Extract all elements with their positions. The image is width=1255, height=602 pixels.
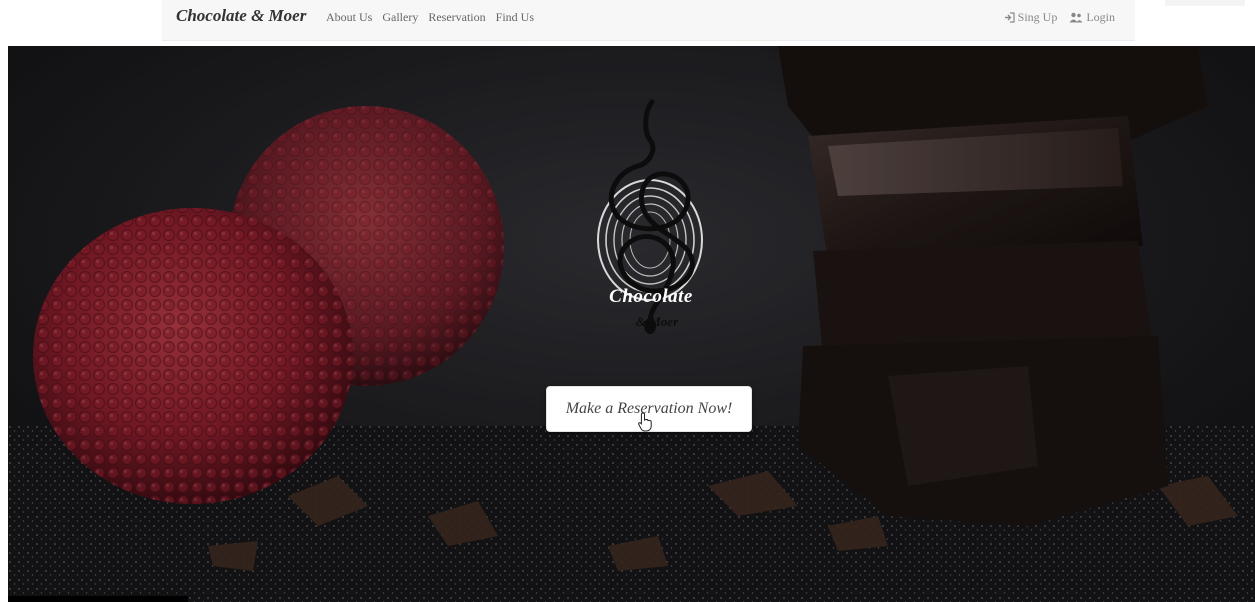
sign-in-icon [1004, 12, 1015, 23]
signup-label: Sing Up [1017, 10, 1058, 24]
hero-section: Chocolate & Moer Make a Reservation Now! [8, 46, 1255, 602]
brand-logo-emblem [597, 99, 703, 334]
users-icon [1069, 12, 1083, 23]
nav-link-reservation[interactable]: Reservation [428, 10, 485, 25]
bottom-edge-strip [8, 596, 188, 602]
hand-cursor-icon [638, 412, 652, 432]
brand-link[interactable]: Chocolate & Moer [176, 6, 306, 26]
nav-link-find-us[interactable]: Find Us [496, 10, 534, 25]
logo-wordmark-line1: Chocolate [609, 286, 693, 307]
navbar-inner: Chocolate & Moer About Us Gallery Reserv… [162, 0, 1135, 41]
login-label: Login [1086, 10, 1115, 24]
page: Chocolate & Moer About Us Gallery Reserv… [0, 0, 1255, 602]
nav-right: Sing Up Login [1004, 10, 1115, 25]
nav-links: About Us Gallery Reservation Find Us [326, 10, 534, 25]
signup-link[interactable]: Sing Up [1004, 10, 1058, 25]
navbar: Chocolate & Moer About Us Gallery Reserv… [0, 0, 1255, 46]
nav-link-about-us[interactable]: About Us [326, 10, 372, 25]
nav-link-gallery[interactable]: Gallery [382, 10, 418, 25]
corner-decoration [1165, 0, 1245, 6]
logo-wordmark-line2: & Moer [635, 314, 679, 329]
login-link[interactable]: Login [1069, 10, 1115, 25]
